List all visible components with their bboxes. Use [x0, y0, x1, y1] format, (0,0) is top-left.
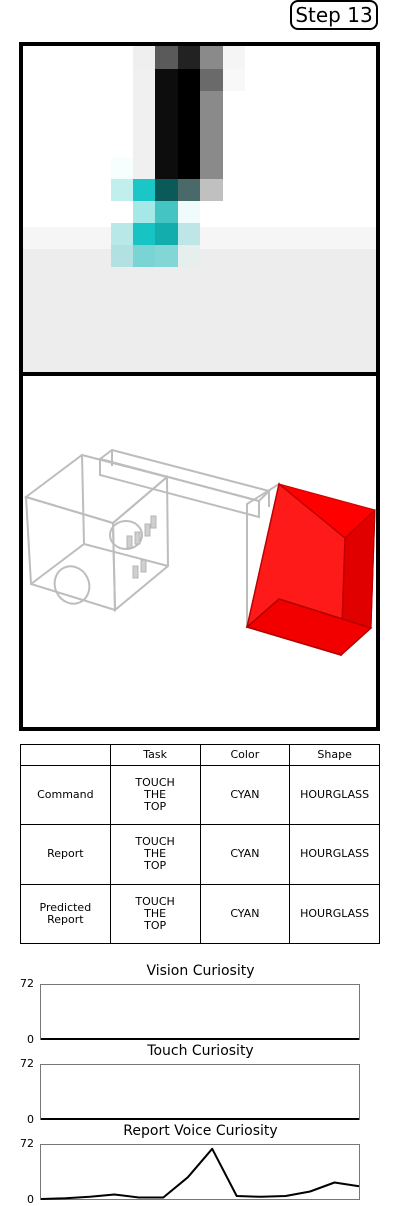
color-cell: CYAN	[199, 824, 291, 885]
shape-cell: HOURGLASS	[289, 764, 380, 826]
step-badge: Step 13	[290, 0, 378, 30]
y-tick-label: 72	[20, 977, 34, 990]
table-header-cell: Task	[109, 744, 201, 766]
report-voice-curiosity-title: Report Voice Curiosity	[123, 1123, 278, 1139]
color-cell: CYAN	[199, 883, 291, 945]
table-header-cell	[20, 744, 111, 766]
task-cell: TOUCH THE TOP	[109, 824, 201, 885]
shape-cell: HOURGLASS	[289, 883, 380, 945]
touch-curiosity-title: Touch Curiosity	[147, 1043, 254, 1059]
y-tick-label: 0	[27, 1193, 34, 1206]
row-label: Command	[20, 764, 111, 826]
scene-render-image	[23, 448, 376, 657]
table-row: Predicted Report TOUCH THE TOP CYAN HOUR…	[20, 883, 380, 945]
row-label: Report	[20, 824, 111, 885]
y-tick-label: 72	[20, 1057, 34, 1070]
series-line	[40, 1147, 360, 1200]
y-tick-label: 0	[27, 1033, 34, 1046]
scene-render-panel	[19, 372, 380, 731]
vision-curiosity-chart	[41, 1038, 359, 1040]
color-cell: CYAN	[199, 764, 291, 826]
table-row: Command TOUCH THE TOP CYAN HOURGLASS	[20, 764, 380, 826]
touch-curiosity-chart	[41, 1118, 359, 1120]
task-cell: TOUCH THE TOP	[109, 764, 201, 826]
table-header-cell: Shape	[289, 744, 380, 766]
y-tick-label: 72	[20, 1137, 34, 1150]
wireframe-objects	[23, 448, 280, 629]
y-tick-label: 0	[27, 1113, 34, 1126]
small-marks	[126, 515, 157, 579]
table-header-row: Task Color Shape	[20, 744, 380, 766]
table-header-cell: Color	[199, 744, 291, 766]
row-label: Predicted Report	[20, 883, 111, 945]
vision-observation-panel	[19, 42, 380, 376]
report-voice-curiosity-chart	[40, 1147, 360, 1200]
report-table: Task Color Shape Command TOUCH THE TOP C…	[20, 744, 380, 945]
red-box-object	[245, 482, 376, 657]
vision-pixel-image	[23, 46, 376, 372]
vision-curiosity-title: Vision Curiosity	[146, 963, 255, 979]
table-row: Report TOUCH THE TOP CYAN HOURGLASS	[20, 824, 380, 885]
shape-cell: HOURGLASS	[289, 824, 380, 885]
task-cell: TOUCH THE TOP	[109, 883, 201, 945]
